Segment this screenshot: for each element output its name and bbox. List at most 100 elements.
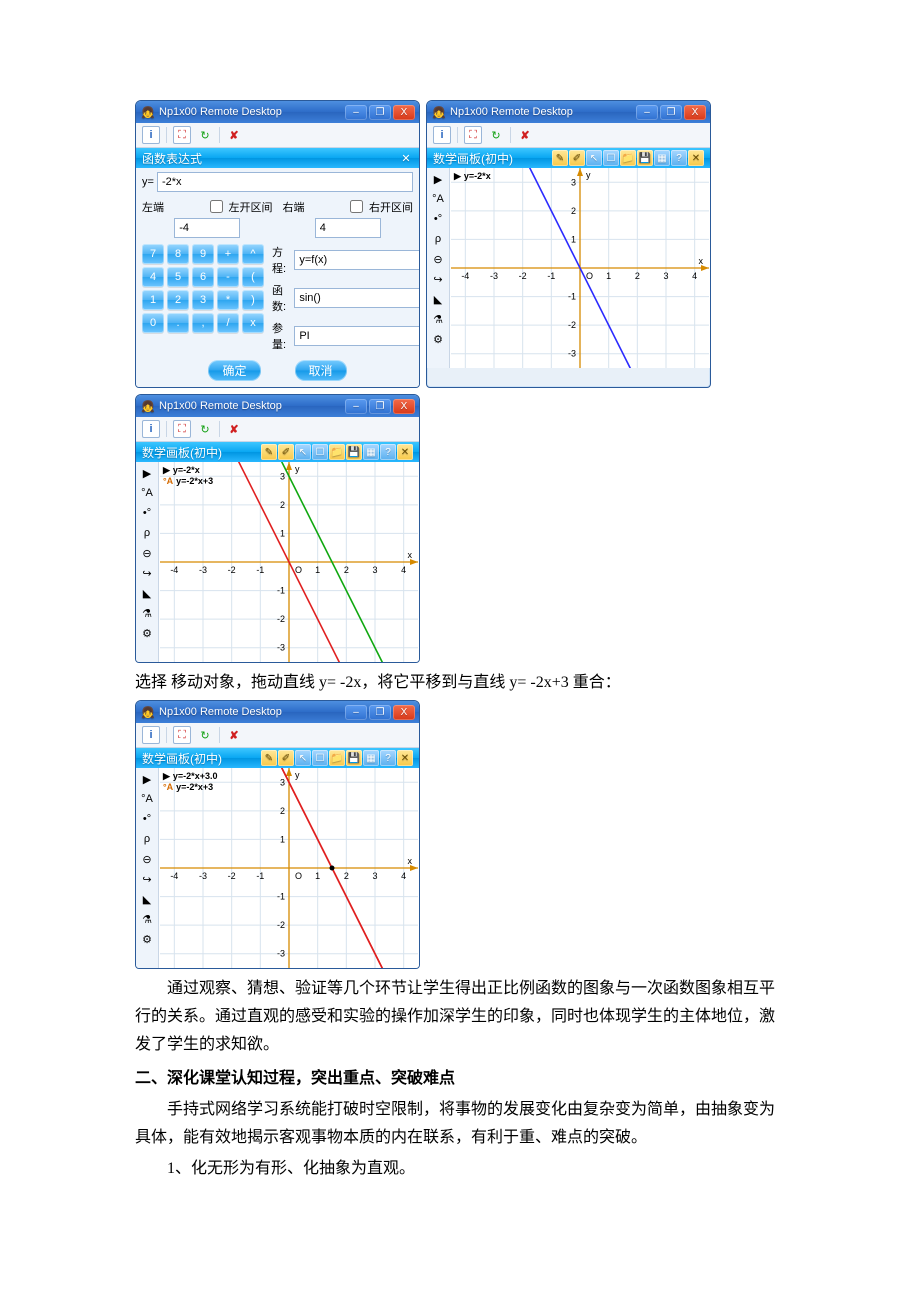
keypad-key-6[interactable]: 6 [192,267,214,287]
panel-tool-icon[interactable]: ↖ [586,150,602,166]
cancel-button[interactable]: 取消 [295,360,347,381]
close-button[interactable]: X [393,105,415,120]
panel-tool-icon[interactable]: 💾 [346,750,362,766]
panel-tool-icon[interactable]: ✎ [552,150,568,166]
keypad-key-^[interactable]: ^ [242,244,264,264]
side-tool-icon[interactable]: ⚙ [430,332,446,346]
close-button[interactable]: X [393,705,415,720]
side-tool-icon[interactable]: ↪ [139,566,155,580]
info-icon[interactable]: i [142,420,160,438]
side-tool-icon[interactable]: •° [139,812,155,826]
close-button[interactable]: X [684,105,706,120]
panel-tool-icon[interactable]: ? [380,750,396,766]
side-tool-icon[interactable]: ↪ [430,272,446,286]
side-tool-icon[interactable]: ⊖ [430,252,446,266]
info-icon[interactable]: i [142,126,160,144]
panel-tool-icon[interactable]: ☐ [312,444,328,460]
left-open-checkbox[interactable] [210,200,223,213]
info-icon[interactable]: i [433,126,451,144]
minimize-button[interactable]: – [345,105,367,120]
keypad-key--[interactable]: - [217,267,239,287]
side-tool-icon[interactable]: °A [430,192,446,206]
panel-tool-icon[interactable]: 📁 [329,750,345,766]
keypad-key-x[interactable]: x [242,313,264,333]
fullscreen-icon[interactable]: ⛶ [173,726,191,744]
x-icon[interactable]: ✘ [226,727,242,743]
panel-tool-icon[interactable]: ✎ [261,750,277,766]
keypad-key-8[interactable]: 8 [167,244,189,264]
panel-tool-icon[interactable]: 💾 [346,444,362,460]
param-select[interactable] [294,326,420,346]
fullscreen-icon[interactable]: ⛶ [173,126,191,144]
panel-tool-icon[interactable]: ✕ [688,150,704,166]
panel-tool-icon[interactable]: 📁 [620,150,636,166]
graph-plot-area[interactable]: ▶y=-2*x°Ay=-2*x+3 -4-3-2-11234-3-2-1123O… [159,462,419,662]
side-tool-icon[interactable]: ◣ [139,892,155,906]
left-end-input[interactable] [174,218,240,238]
x-icon[interactable]: ✘ [517,127,533,143]
panel-tool-icon[interactable]: ↖ [295,750,311,766]
keypad-key-0[interactable]: 0 [142,313,164,333]
keypad-key-,[interactable]: , [192,313,214,333]
titlebar[interactable]: 👧 Np1x00 Remote Desktop – ❐ X [136,101,419,123]
keypad-key-1[interactable]: 1 [142,290,164,310]
side-tool-icon[interactable]: •° [430,212,446,226]
equation-select[interactable] [294,250,420,270]
side-tool-icon[interactable]: ρ [430,232,446,246]
side-tool-icon[interactable]: ↪ [139,872,155,886]
keypad-key-2[interactable]: 2 [167,290,189,310]
keypad-key-.[interactable]: . [167,313,189,333]
panel-tool-icon[interactable]: 📁 [329,444,345,460]
side-tool-icon[interactable]: ⚙ [139,932,155,946]
side-tool-icon[interactable]: ▶ [139,772,155,786]
keypad-key-4[interactable]: 4 [142,267,164,287]
refresh-icon[interactable]: ↻ [197,127,213,143]
panel-tool-icon[interactable]: ? [380,444,396,460]
maximize-button[interactable]: ❐ [369,399,391,414]
maximize-button[interactable]: ❐ [660,105,682,120]
side-tool-icon[interactable]: ⚗ [139,912,155,926]
panel-tool-icon[interactable]: ✎ [261,444,277,460]
graph-plot-area[interactable]: ▶y=-2*x -4-3-2-11234-3-2-1123Oxy [450,168,710,368]
keypad-key-/[interactable]: / [217,313,239,333]
side-tool-icon[interactable]: ⚙ [139,626,155,640]
minimize-button[interactable]: – [636,105,658,120]
side-tool-icon[interactable]: °A [139,792,155,806]
keypad-key-5[interactable]: 5 [167,267,189,287]
side-tool-icon[interactable]: ⊖ [139,852,155,866]
panel-tool-icon[interactable]: ✕ [397,750,413,766]
panel-tool-icon[interactable]: ☐ [603,150,619,166]
graph-plot-area[interactable]: ▶y=-2*x+3.0°Ay=-2*x+3 -4-3-2-11234-3-2-1… [159,768,419,968]
keypad-key-3[interactable]: 3 [192,290,214,310]
info-icon[interactable]: i [142,726,160,744]
side-tool-icon[interactable]: ▶ [430,172,446,186]
panel-tool-icon[interactable]: ☐ [312,750,328,766]
panel-tool-icon[interactable]: ▦ [363,444,379,460]
right-open-checkbox[interactable] [350,200,363,213]
panel-close-icon[interactable]: ✕ [399,151,413,165]
titlebar[interactable]: 👧 Np1x00 Remote Desktop – ❐ X [136,395,419,417]
ok-button[interactable]: 确定 [208,360,260,381]
maximize-button[interactable]: ❐ [369,105,391,120]
refresh-icon[interactable]: ↻ [488,127,504,143]
panel-tool-icon[interactable]: ↖ [295,444,311,460]
panel-tool-icon[interactable]: ? [671,150,687,166]
keypad-key-([interactable]: ( [242,267,264,287]
x-icon[interactable]: ✘ [226,421,242,437]
side-tool-icon[interactable]: ρ [139,832,155,846]
x-icon[interactable]: ✘ [226,127,242,143]
refresh-icon[interactable]: ↻ [197,421,213,437]
panel-tool-icon[interactable]: ▦ [654,150,670,166]
side-tool-icon[interactable]: ◣ [430,292,446,306]
keypad-key-*[interactable]: * [217,290,239,310]
minimize-button[interactable]: – [345,399,367,414]
function-select[interactable] [294,288,420,308]
maximize-button[interactable]: ❐ [369,705,391,720]
titlebar[interactable]: 👧 Np1x00 Remote Desktop – ❐ X [427,101,710,123]
side-tool-icon[interactable]: ◣ [139,586,155,600]
keypad-key-9[interactable]: 9 [192,244,214,264]
side-tool-icon[interactable]: ⚗ [430,312,446,326]
keypad-key-7[interactable]: 7 [142,244,164,264]
close-button[interactable]: X [393,399,415,414]
panel-tool-icon[interactable]: ✐ [569,150,585,166]
